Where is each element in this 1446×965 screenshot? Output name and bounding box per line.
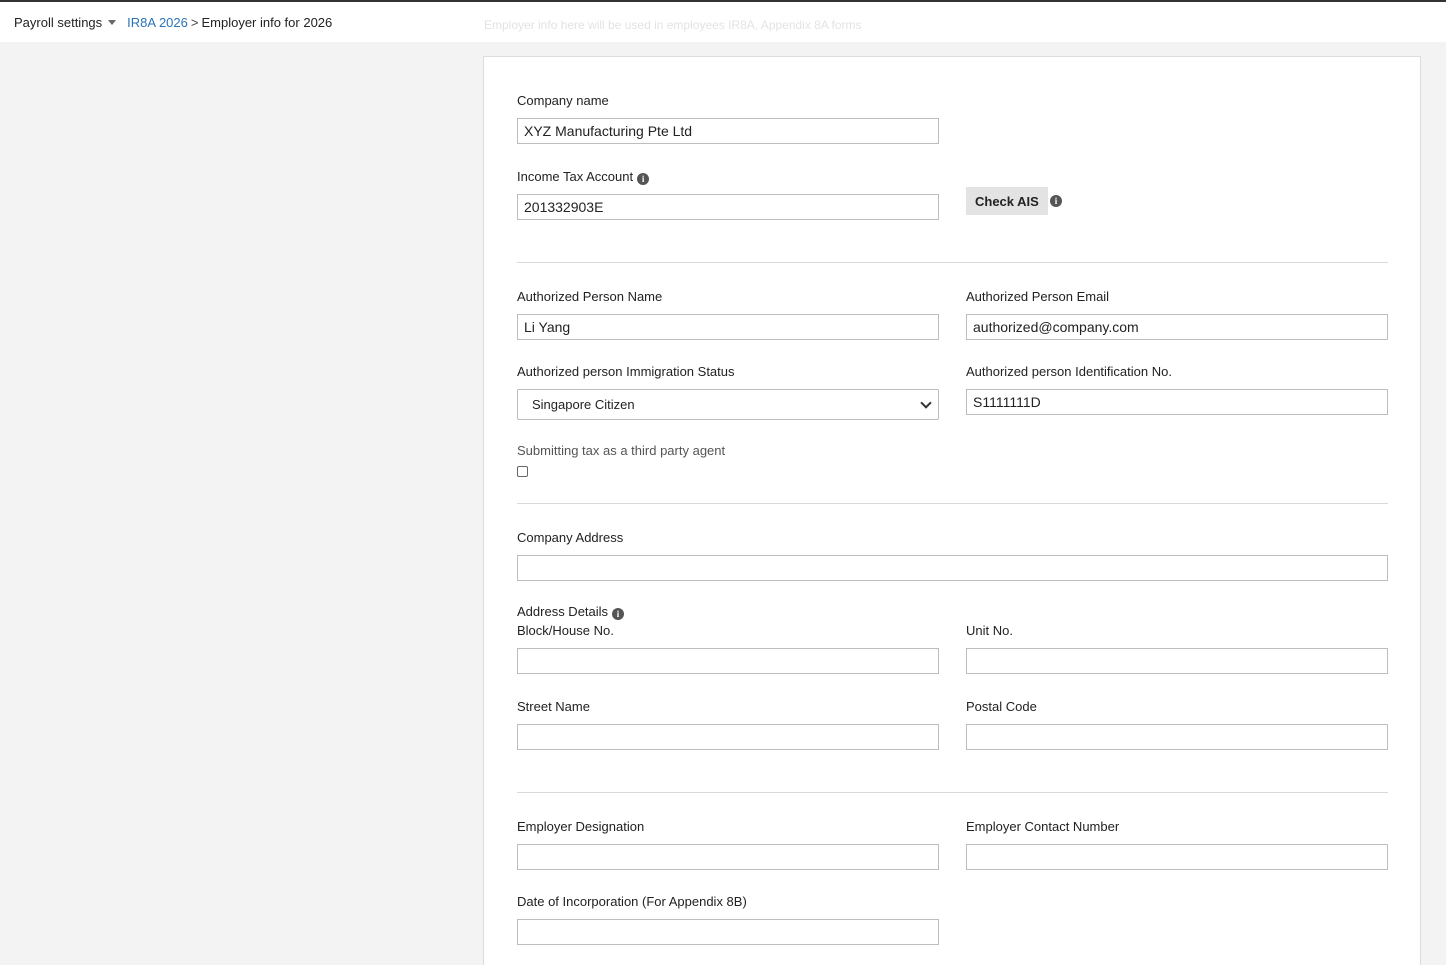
info-icon[interactable]: i <box>612 608 625 620</box>
postal-code-label: Postal Code <box>966 699 1037 714</box>
street-name-label: Street Name <box>517 699 590 714</box>
auth-email-input[interactable] <box>966 314 1388 340</box>
employer-designation-label: Employer Designation <box>517 819 645 834</box>
unit-no-input[interactable] <box>966 648 1388 674</box>
postal-code-input[interactable] <box>966 724 1388 750</box>
immigration-status-select[interactable]: Singapore Citizen <box>517 389 939 420</box>
breadcrumb-link-ir8a[interactable]: IR8A 2026 <box>127 15 188 30</box>
third-party-label: Submitting tax as a third party agent <box>517 443 726 458</box>
payroll-settings-menu[interactable]: Payroll settings <box>14 15 127 30</box>
auth-immigration-label: Authorized person Immigration Status <box>517 364 735 379</box>
auth-name-input[interactable] <box>517 314 939 340</box>
block-house-label: Block/House No. <box>517 623 614 638</box>
employer-designation-input[interactable] <box>517 844 939 870</box>
chevron-down-icon <box>920 397 932 409</box>
section-divider <box>517 262 1388 263</box>
info-icon[interactable]: i <box>1050 195 1062 207</box>
auth-id-input[interactable] <box>966 389 1388 415</box>
third-party-checkbox[interactable] <box>517 466 528 477</box>
income-tax-account-text: Income Tax Account <box>517 169 634 184</box>
payroll-settings-label: Payroll settings <box>14 14 103 30</box>
check-ais-button[interactable]: Check AIS <box>966 187 1048 215</box>
employer-contact-input[interactable] <box>966 844 1388 870</box>
address-details-label: Address Details i <box>517 604 625 620</box>
address-details-text: Address Details <box>517 604 609 619</box>
date-incorporation-input[interactable] <box>517 919 939 945</box>
page-description: Employer info here will be used in emplo… <box>484 18 862 32</box>
auth-email-label: Authorized Person Email <box>966 289 1110 304</box>
company-address-input[interactable] <box>517 555 1388 581</box>
employer-info-form: Company name Income Tax Accounti Check A… <box>483 56 1421 965</box>
company-name-input[interactable] <box>517 118 939 144</box>
company-address-label: Company Address <box>517 530 624 545</box>
breadcrumb-separator: > <box>190 14 199 30</box>
income-tax-account-label: Income Tax Account i <box>517 169 650 185</box>
employer-contact-label: Employer Contact Number <box>966 819 1120 834</box>
auth-id-label: Authorized person Identification No. <box>966 364 1172 379</box>
breadcrumb-current: Employer info for 2026 <box>201 14 333 30</box>
auth-name-label: Authorized Person Name <box>517 289 663 304</box>
date-incorporation-label: Date of Incorporation (For Appendix 8B) <box>517 894 747 909</box>
company-name-label: Company name <box>517 93 609 108</box>
caret-down-icon <box>108 19 117 25</box>
section-divider <box>517 792 1388 793</box>
street-name-input[interactable] <box>517 724 939 750</box>
income-tax-account-input[interactable] <box>517 194 939 220</box>
immigration-status-value: Singapore Citizen <box>532 397 635 412</box>
info-icon[interactable]: i <box>637 173 650 185</box>
section-divider <box>517 503 1388 504</box>
unit-no-label: Unit No. <box>966 623 1013 638</box>
block-house-input[interactable] <box>517 648 939 674</box>
